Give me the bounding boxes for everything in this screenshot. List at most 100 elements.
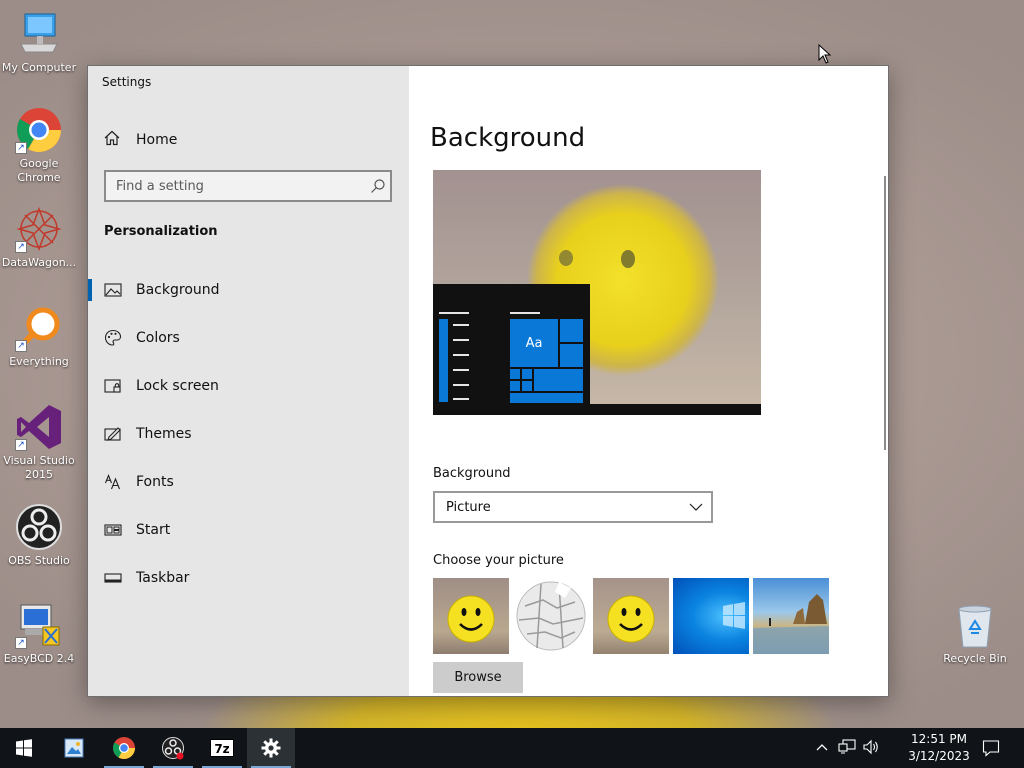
nav-item-label: Taskbar <box>136 570 190 586</box>
settings-content: Background Aa Background Picture Choose … <box>409 66 888 696</box>
preview-taskbar <box>433 404 761 415</box>
window-title: Settings <box>102 75 152 89</box>
nav-item-taskbar[interactable]: Taskbar <box>88 554 409 602</box>
background-preview: Aa <box>433 170 761 415</box>
start-icon <box>104 521 122 539</box>
volume-icon <box>863 739 878 755</box>
preview-tile: Aa <box>510 319 558 367</box>
picture-icon <box>104 281 122 299</box>
volume-button[interactable] <box>862 739 880 759</box>
background-type-dropdown[interactable]: Picture <box>433 491 713 523</box>
nav-item-fonts[interactable]: Fonts <box>88 458 409 506</box>
network-button[interactable] <box>838 739 856 759</box>
section-title: Personalization <box>104 224 218 239</box>
nav-item-themes[interactable]: Themes <box>88 410 409 458</box>
shortcut-arrow-icon: ↗ <box>15 241 27 253</box>
preview-start-menu: Aa <box>433 284 590 415</box>
taskbar-settings-app[interactable] <box>247 728 295 768</box>
desktop-icon-easybcd[interactable]: ↗ EasyBCD 2.4 <box>0 601 78 666</box>
wikipedia-globe-icon <box>516 581 586 651</box>
chevron-up-icon <box>816 744 828 751</box>
picture-thumbnail-windows-blue[interactable] <box>673 578 749 654</box>
computer-icon <box>15 10 63 58</box>
smiley-picture-icon <box>447 595 495 643</box>
search-icon[interactable] <box>370 178 386 194</box>
taskbar-chrome-app[interactable] <box>100 728 148 768</box>
themes-icon <box>104 425 122 443</box>
notification-icon <box>982 740 1000 757</box>
desktop-icon-label: DataWagon... <box>1 256 77 269</box>
desktop-icon-google-chrome[interactable]: ↗ Google Chrome <box>0 106 78 185</box>
nav-item-colors[interactable]: Colors <box>88 314 409 362</box>
nav-item-lock-screen[interactable]: Lock screen <box>88 362 409 410</box>
nav-item-label: Colors <box>136 330 180 346</box>
action-center-button[interactable] <box>982 739 1000 761</box>
chrome-icon <box>113 737 135 759</box>
visual-studio-icon: ↗ <box>15 403 63 451</box>
shortcut-arrow-icon: ↗ <box>15 439 27 451</box>
dropdown-value: Picture <box>446 499 491 515</box>
nav-item-start[interactable]: Start <box>88 506 409 554</box>
desktop-icon-datawagon[interactable]: ↗ DataWagon... <box>0 205 78 270</box>
picture-thumbnail-smiley-2[interactable] <box>593 578 669 654</box>
obs-icon <box>15 503 63 551</box>
browse-button[interactable]: Browse <box>433 662 523 693</box>
nav-item-label: Start <box>136 522 171 538</box>
desktop-icon-everything[interactable]: ↗ Everything <box>0 304 78 369</box>
background-label: Background <box>433 466 511 481</box>
desktop-icon-obs-studio[interactable]: OBS Studio <box>0 503 78 568</box>
picture-thumbnail-smiley[interactable] <box>433 578 509 654</box>
nav-item-label: Lock screen <box>136 378 219 394</box>
home-link[interactable]: Home <box>104 130 177 150</box>
desktop-icon-my-computer[interactable]: My Computer <box>0 10 78 75</box>
settings-window: Settings Home Personalization Background <box>87 65 889 697</box>
shortcut-arrow-icon: ↗ <box>15 340 27 352</box>
nav-item-label: Fonts <box>136 474 174 490</box>
home-label: Home <box>136 132 178 148</box>
desktop-icon-visual-studio[interactable]: ↗ Visual Studio 2015 <box>0 403 78 482</box>
desktop-icon-label: Everything <box>9 355 69 368</box>
nav-item-label: Themes <box>136 426 192 442</box>
taskbar-7zip-app[interactable]: 7z <box>198 728 246 768</box>
show-hidden-icons-button[interactable] <box>815 740 829 759</box>
start-button[interactable] <box>0 728 48 768</box>
recycle-bin-icon <box>951 601 999 649</box>
easybcd-icon: ↗ <box>15 601 63 649</box>
smiley-picture-icon <box>607 595 655 643</box>
network-icon <box>838 739 856 754</box>
lock-screen-icon <box>104 377 122 395</box>
preview-smiley-eye <box>621 250 635 268</box>
desktop-icon-recycle-bin[interactable]: Recycle Bin <box>936 601 1014 666</box>
taskbar-icon <box>104 569 122 587</box>
obs-icon <box>162 737 184 760</box>
settings-gear-icon <box>261 738 281 758</box>
personalization-nav: Background Colors Lock screen Themes Fon… <box>88 266 409 602</box>
windows-logo-icon <box>723 602 745 629</box>
fonts-icon <box>104 473 122 491</box>
shortcut-arrow-icon: ↗ <box>15 637 27 649</box>
taskbar-obs-app[interactable] <box>149 728 197 768</box>
find-setting-input[interactable] <box>104 170 392 202</box>
desktop-icon-label: Google Chrome <box>17 157 61 184</box>
desktop-icon-label: OBS Studio <box>8 554 70 567</box>
desktop-icon-label: EasyBCD 2.4 <box>3 652 75 665</box>
desktop-icon-label: Visual Studio 2015 <box>3 454 75 481</box>
taskbar: 7z 12:51 PM 3/12/2023 <box>0 728 1024 768</box>
chevron-down-icon <box>689 501 703 517</box>
picture-thumbnails <box>433 578 829 654</box>
clock[interactable]: 12:51 PM 3/12/2023 <box>898 731 980 765</box>
picture-thumbnail-wikipedia[interactable] <box>513 578 589 654</box>
home-icon <box>104 130 122 150</box>
windows-start-icon <box>16 739 32 757</box>
shortcut-arrow-icon: ↗ <box>15 142 27 154</box>
desktop-icon-label: My Computer <box>1 61 77 74</box>
picture-thumbnail-beach[interactable] <box>753 578 829 654</box>
content-scrollbar[interactable] <box>884 176 886 450</box>
choose-picture-label: Choose your picture <box>433 553 564 568</box>
7zip-icon: 7z <box>210 739 234 757</box>
clock-date: 3/12/2023 <box>908 749 970 763</box>
everything-search-icon: ↗ <box>15 304 63 352</box>
palette-icon <box>104 329 122 347</box>
nav-item-background[interactable]: Background <box>88 266 409 314</box>
taskbar-photos-app[interactable] <box>50 728 98 768</box>
